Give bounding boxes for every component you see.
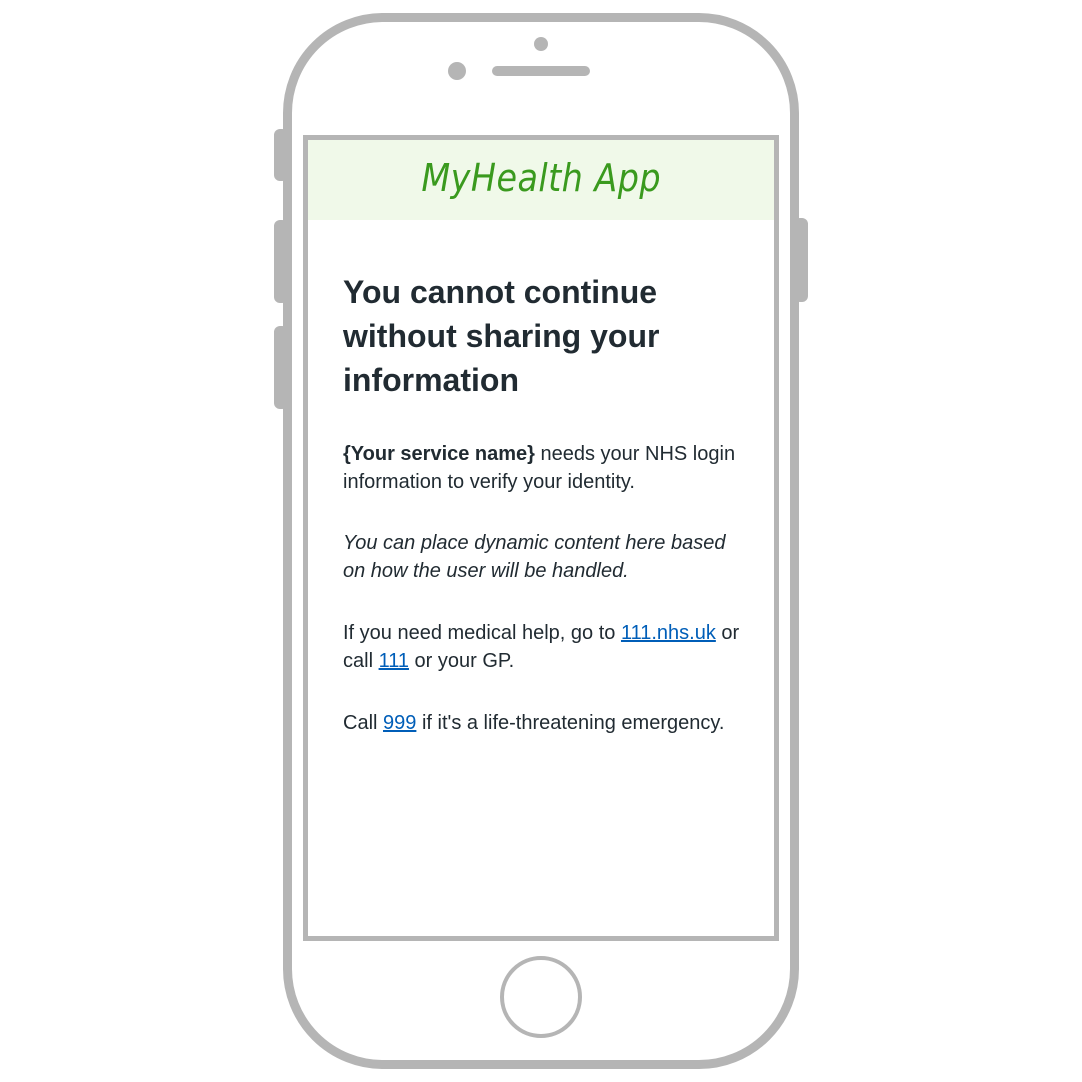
medical-help-prefix: If you need medical help, go to — [343, 622, 621, 644]
proximity-sensor — [534, 37, 548, 51]
page-heading: You cannot continue without sharing your… — [343, 274, 660, 398]
page-content: You cannot continue without sharing your… — [343, 270, 743, 737]
call-prefix: Call — [343, 712, 384, 734]
medical-help-paragraph: If you need medical help, go to 111.nhs.… — [343, 619, 743, 675]
service-name: {Your service name} — [343, 443, 535, 465]
or-gp-text: or your GP. — [408, 650, 515, 672]
home-button[interactable] — [500, 956, 582, 1038]
service-paragraph: {Your service name} needs your NHS login… — [343, 440, 743, 496]
earpiece-speaker — [492, 66, 590, 76]
phone-screen: MyHealth App You cannot continue without… — [303, 135, 779, 941]
front-camera — [448, 62, 466, 80]
emergency-suffix: if it's a life-threatening emergency. — [416, 712, 725, 734]
nhs-111-website-link[interactable]: 111.nhs.uk — [621, 622, 716, 644]
app-title: MyHealth App — [421, 156, 661, 200]
call-999-link[interactable]: 999 — [383, 712, 416, 734]
dynamic-content-note: You can place dynamic content here based… — [343, 532, 726, 582]
emergency-paragraph: Call 999 if it's a life-threatening emer… — [343, 709, 743, 737]
app-header: MyHealth App — [308, 140, 774, 220]
call-111-link[interactable]: 111 — [379, 650, 409, 672]
